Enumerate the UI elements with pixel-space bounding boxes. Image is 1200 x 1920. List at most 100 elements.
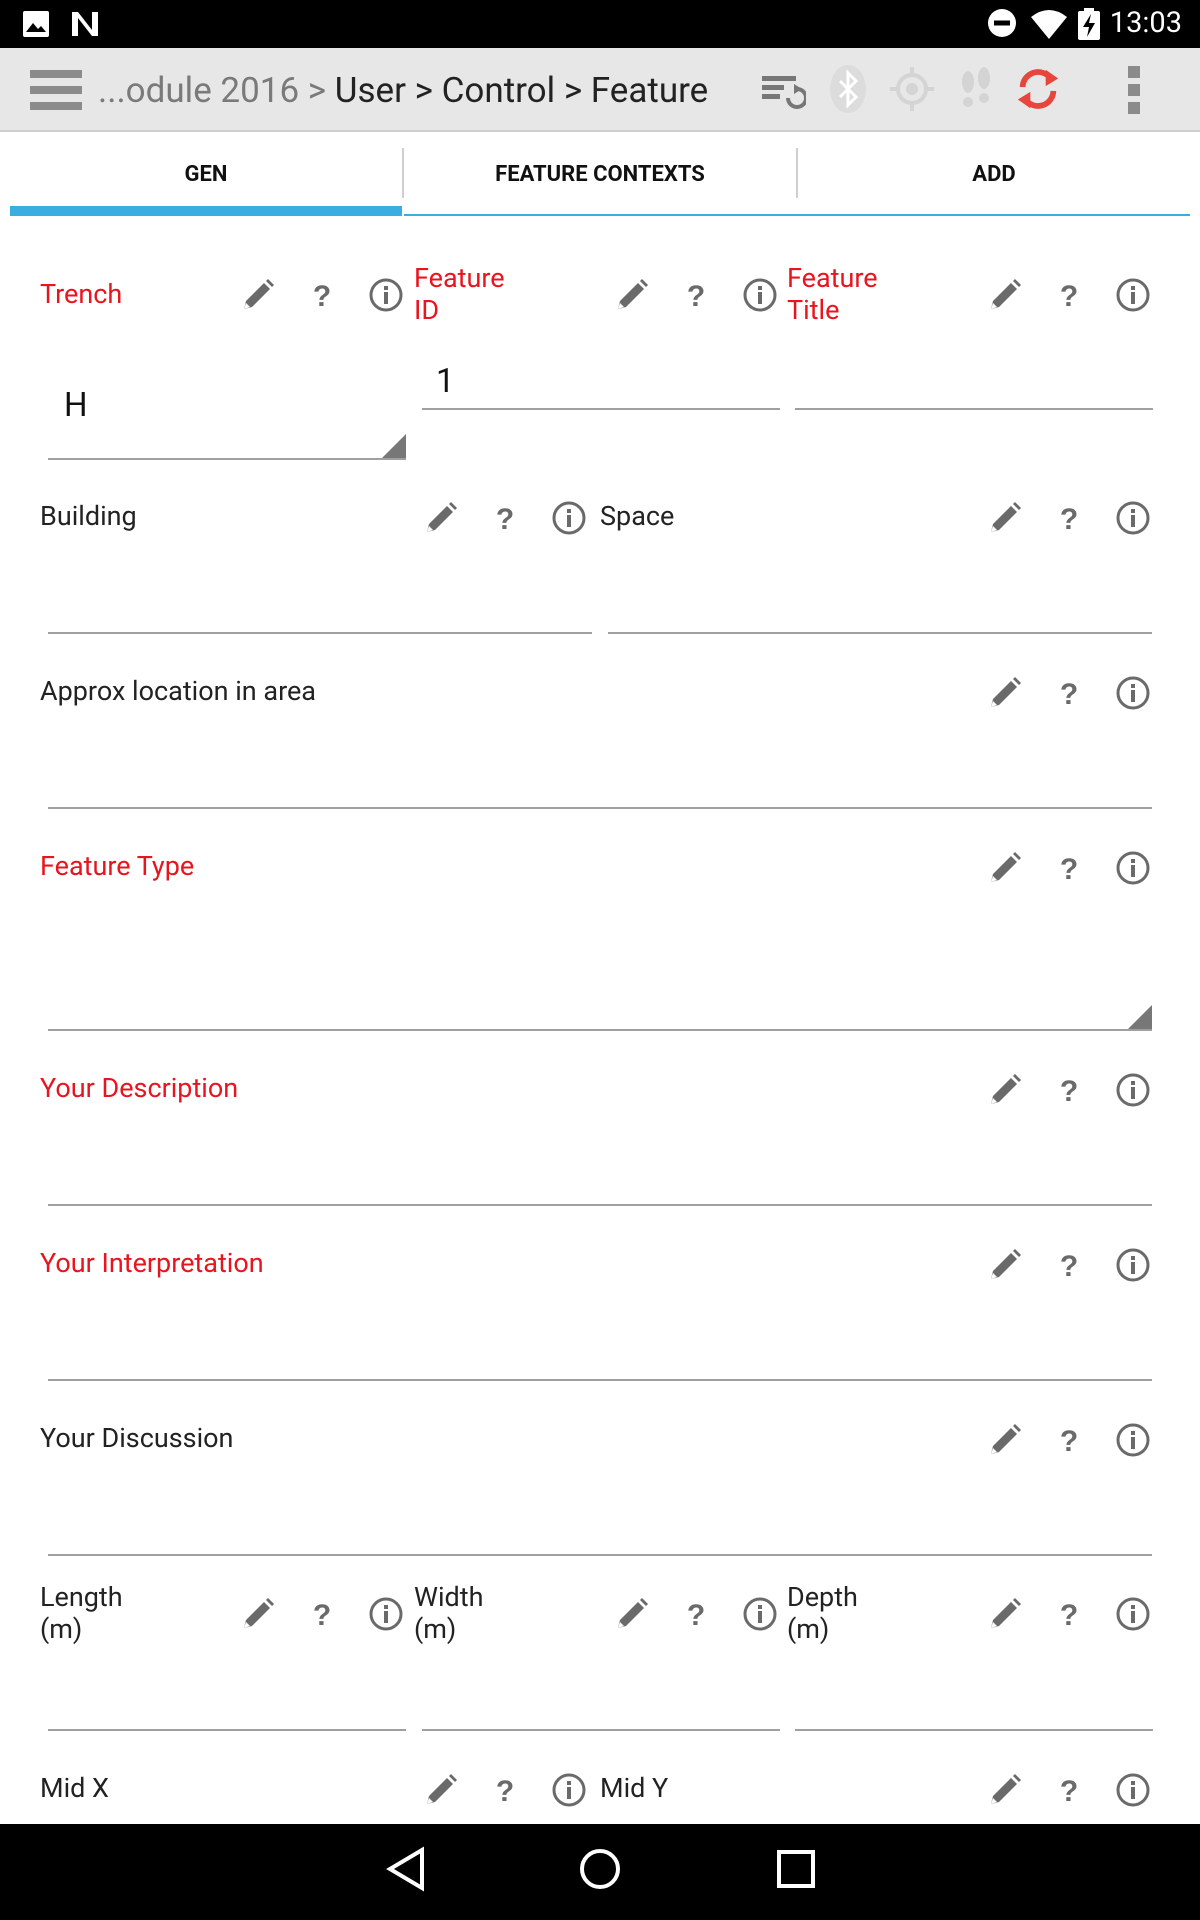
space-info-icon[interactable] (1115, 500, 1151, 536)
svg-text:?: ? (1060, 1599, 1078, 1632)
svg-text:?: ? (1060, 853, 1078, 886)
length-help-icon[interactable]: ? (304, 1596, 340, 1632)
bluetooth-icon[interactable] (824, 64, 872, 114)
feature-type-label: Feature Type (40, 850, 195, 882)
breadcrumb-path: User > Control > Feature (334, 70, 709, 111)
building-input[interactable] (48, 632, 592, 634)
mid-x-pencil-icon[interactable] (423, 1772, 459, 1808)
depth-label: Depth (m) (787, 1581, 858, 1645)
your-description-info-icon[interactable] (1115, 1072, 1151, 1108)
feature-title-help-icon[interactable]: ? (1051, 277, 1087, 313)
trench-value: H (64, 386, 88, 425)
feature-type-info-icon[interactable] (1115, 850, 1151, 886)
n-notification-icon (72, 12, 98, 36)
building-help-icon[interactable]: ? (487, 500, 523, 536)
approx-location-help-icon[interactable]: ? (1051, 675, 1087, 711)
feature-id-input[interactable] (422, 408, 780, 410)
your-discussion-info-icon[interactable] (1115, 1422, 1151, 1458)
svg-text:?: ? (1060, 1075, 1078, 1108)
your-interpretation-help-icon[interactable]: ? (1051, 1247, 1087, 1283)
width-pencil-icon[interactable] (614, 1596, 650, 1632)
width-help-icon[interactable]: ? (678, 1596, 714, 1632)
your-description-pencil-icon[interactable] (987, 1072, 1023, 1108)
mid-y-pencil-icon[interactable] (987, 1772, 1023, 1808)
feature-title-pencil-icon[interactable] (987, 277, 1023, 313)
your-discussion-input[interactable] (48, 1554, 1152, 1556)
space-label: Space (600, 500, 675, 532)
menu-icon[interactable] (30, 70, 82, 110)
mid-y-info-icon[interactable] (1115, 1772, 1151, 1808)
width-info-icon[interactable] (742, 1596, 778, 1632)
feature-type-pencil-icon[interactable] (987, 850, 1023, 886)
trench-select[interactable] (48, 458, 406, 460)
svg-text:?: ? (313, 1599, 331, 1632)
svg-text:?: ? (1060, 678, 1078, 711)
mid-x-help-icon[interactable]: ? (487, 1772, 523, 1808)
depth-help-icon[interactable]: ? (1051, 1596, 1087, 1632)
gps-icon[interactable] (888, 64, 936, 114)
length-label: Length (m) (40, 1581, 123, 1645)
feature-title-input[interactable] (795, 408, 1153, 410)
length-input[interactable] (48, 1729, 406, 1731)
clock: 13:03 (1109, 6, 1182, 40)
svg-text:?: ? (1060, 1425, 1078, 1458)
breadcrumb-prefix: ...odule 2016 > (98, 70, 335, 111)
back-icon[interactable] (384, 1846, 428, 1892)
wifi-icon (1031, 10, 1067, 39)
approx-location-pencil-icon[interactable] (987, 675, 1023, 711)
your-interpretation-info-icon[interactable] (1115, 1247, 1151, 1283)
approx-location-info-icon[interactable] (1115, 675, 1151, 711)
your-interpretation-input[interactable] (48, 1379, 1152, 1381)
svg-text:?: ? (496, 1775, 514, 1808)
width-input[interactable] (422, 1729, 780, 1731)
feature-id-pencil-icon[interactable] (614, 277, 650, 313)
feature-id-info-icon[interactable] (742, 277, 778, 313)
feature-type-help-icon[interactable]: ? (1051, 850, 1087, 886)
tab-add[interactable]: ADD (798, 148, 1190, 216)
space-help-icon[interactable]: ? (1051, 500, 1087, 536)
tab-feature-contexts[interactable]: FEATURE CONTEXTS (404, 148, 796, 216)
mid-y-help-icon[interactable]: ? (1051, 1772, 1087, 1808)
depth-pencil-icon[interactable] (987, 1596, 1023, 1632)
your-discussion-help-icon[interactable]: ? (1051, 1422, 1087, 1458)
depth-input[interactable] (795, 1729, 1153, 1731)
svg-text:?: ? (1060, 1775, 1078, 1808)
space-input[interactable] (608, 632, 1152, 634)
length-pencil-icon[interactable] (240, 1596, 276, 1632)
feature-id-help-icon[interactable]: ? (678, 277, 714, 313)
svg-text:?: ? (496, 503, 514, 536)
trench-help-icon[interactable]: ? (304, 277, 340, 313)
image-notification-icon (23, 11, 49, 37)
length-info-icon[interactable] (368, 1596, 404, 1632)
building-info-icon[interactable] (551, 500, 587, 536)
feature-title-info-icon[interactable] (1115, 277, 1151, 313)
svg-text:?: ? (313, 280, 331, 313)
your-discussion-pencil-icon[interactable] (987, 1422, 1023, 1458)
trench-pencil-icon[interactable] (240, 277, 276, 313)
breadcrumb: ...odule 2016 > User > Control > Feature (98, 70, 708, 111)
depth-info-icon[interactable] (1115, 1596, 1151, 1632)
width-label: Width (m) (414, 1581, 484, 1645)
trench-info-icon[interactable] (368, 277, 404, 313)
battery-icon (1078, 8, 1100, 40)
feature-title-label: Feature Title (787, 262, 878, 326)
building-pencil-icon[interactable] (423, 500, 459, 536)
mid-x-info-icon[interactable] (551, 1772, 587, 1808)
your-description-input[interactable] (48, 1204, 1152, 1206)
space-pencil-icon[interactable] (987, 500, 1023, 536)
svg-text:?: ? (1060, 280, 1078, 313)
your-description-help-icon[interactable]: ? (1051, 1072, 1087, 1108)
sync-list-icon[interactable] (758, 64, 806, 114)
your-interpretation-pencil-icon[interactable] (987, 1247, 1023, 1283)
footprints-icon[interactable] (952, 64, 1000, 114)
approx-location-label: Approx location in area (40, 675, 316, 707)
svg-text:?: ? (1060, 503, 1078, 536)
approx-location-input[interactable] (48, 807, 1152, 809)
feature-type-select[interactable] (48, 1029, 1152, 1031)
tab-bar: GEN FEATURE CONTEXTS ADD (10, 148, 1190, 216)
sync-icon[interactable] (1014, 64, 1062, 114)
recents-icon[interactable] (774, 1846, 818, 1892)
overflow-menu-icon[interactable] (1128, 66, 1142, 114)
trench-label: Trench (40, 278, 123, 310)
home-icon[interactable] (578, 1846, 622, 1892)
